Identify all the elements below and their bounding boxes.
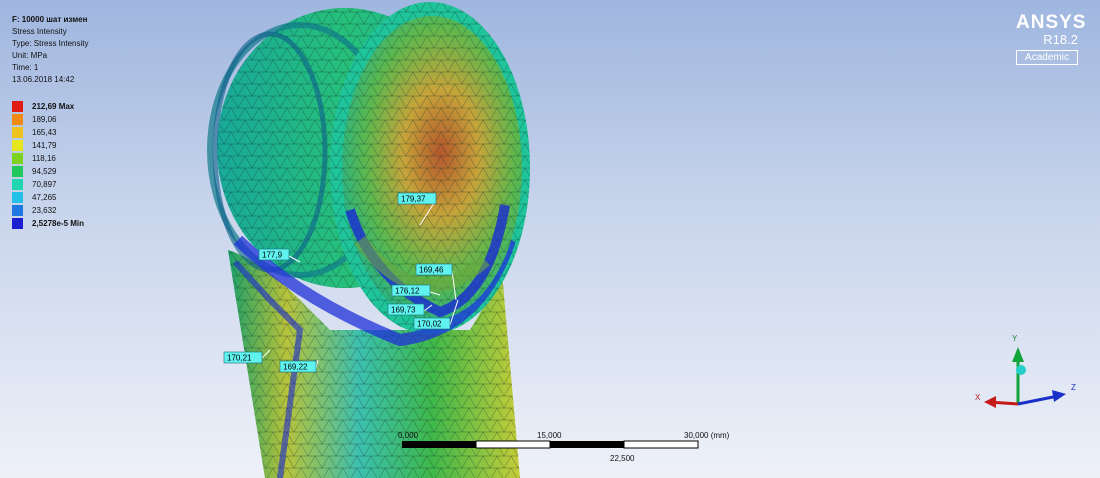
legend-row: 212,69 Max [12,100,122,113]
triad-ball-icon [1016,365,1026,375]
legend-label: 47,265 [32,193,57,202]
legend-row: 141,79 [12,139,122,152]
result-date: 13.06.2018 14:42 [12,75,75,84]
legend-label: 118,16 [32,154,56,163]
legend-label: 165,43 [32,128,57,137]
x-axis-label: X [975,393,981,402]
result-type-label: Stress Intensity [12,27,67,36]
legend-swatch [12,114,23,125]
scale-end: 30,000 (mm) [684,431,730,440]
z-axis-line [1017,394,1059,406]
model-view[interactable]: 179,37 177,9 169,46 176,12 169,73170,02 170,2… [0,0,1100,478]
scale-start: 0,000 [398,431,419,440]
legend-label: 2,5278e-5 Min [32,219,85,228]
result-unit: Unit: MPa [12,51,48,60]
legend-swatch [12,218,23,229]
probe-value: 169,46 [419,266,444,275]
legend-swatch [12,166,23,177]
result-info: F: 10000 шат измен Stress Intensity Type… [12,14,88,86]
graphics-viewport[interactable]: 179,37 177,9 169,46 176,12 169,73 170,02 170,2… [0,0,1100,478]
legend-row: 70,897 [12,178,122,191]
scale-seg-3 [550,441,624,448]
scale-seg-1 [402,441,476,448]
x-axis-arrow-icon [984,396,996,408]
legend-row: 118,16 [12,152,122,165]
scale-seg-2 [475,440,551,449]
legend-swatch [12,140,23,151]
legend-label: 23,632 [32,206,57,215]
probe-label[interactable]: 169,22 [279,359,319,373]
legend-label: 70,897 [32,180,57,189]
legend-label: 189,06 [32,115,57,124]
z-axis-arrow-icon [1052,390,1066,402]
probe-value: 170,21 [227,354,252,363]
probe-value: 170,02 [417,320,442,329]
z-axis-label: Z [1071,383,1076,392]
scale-mid: 15,000 [537,431,562,440]
brand-version: R18.2 [1043,32,1078,47]
result-type: Type: Stress Intensity [12,39,89,48]
ansys-logo: ANSYS R18.2 Academic [1016,12,1087,65]
legend-label: 94,529 [32,167,57,176]
legend-swatch [12,192,23,203]
probe-value: 179,37 [401,195,426,204]
probe-value: 177,9 [262,251,283,260]
legend-swatch [12,153,23,164]
legend-row: 2,5278e-5 Min [12,217,122,230]
result-title: F: 10000 шат измен [12,15,88,24]
y-axis-arrow-icon [1012,347,1024,362]
color-legend[interactable]: 212,69 Max 189,06 165,43 141,79 118,16 94,529… [12,100,122,230]
y-axis-label: Y [1012,334,1018,343]
legend-swatch [12,179,23,190]
legend-row: 189,06 [12,113,122,126]
legend-swatch [12,101,23,112]
legend-label: 212,69 Max [32,102,75,111]
probe-value: 176,12 [395,287,420,296]
legend-row: 23,632 [12,204,122,217]
brand-edition: Academic [1016,50,1078,65]
brand-name: ANSYS [1016,12,1087,33]
scale-seg-4 [623,440,699,449]
scale-sub: 22,500 [610,454,635,463]
legend-swatch [12,127,23,138]
probe-value: 169,73 [391,306,416,315]
result-time: Time: 1 [12,63,39,72]
legend-swatch [12,205,23,216]
legend-label: 141,79 [32,141,57,150]
legend-row: 165,43 [12,126,122,139]
legend-row: 94,529 [12,165,122,178]
legend-row: 47,265 [12,191,122,204]
coordinate-triad[interactable]: Y X Z [975,334,1076,408]
probe-value: 169,22 [283,363,308,372]
